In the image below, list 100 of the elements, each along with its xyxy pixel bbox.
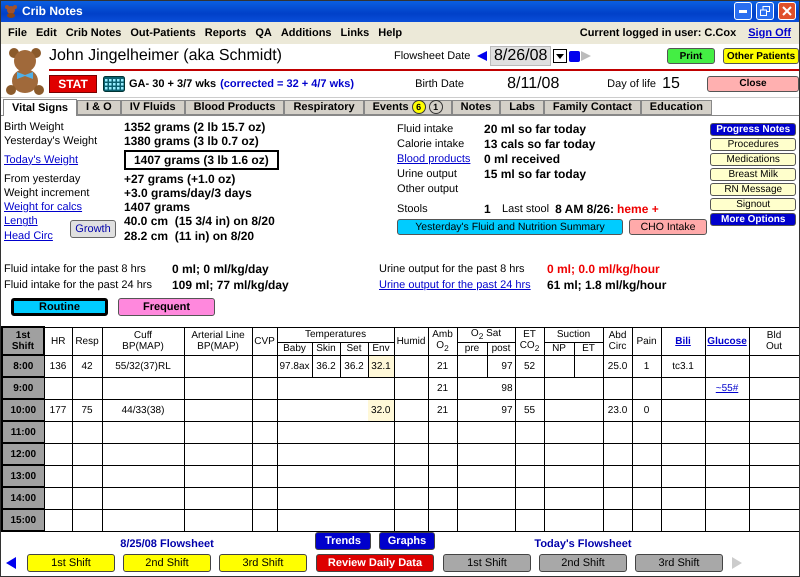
table-cell [574,443,604,465]
last-stool-label: Last stool [502,202,550,215]
table-cell [184,487,252,509]
table-cell: 44/33(38) [102,399,184,421]
tab[interactable]: Events 6 1 [364,100,452,115]
dropdown-caret-icon[interactable] [553,49,568,64]
table-cell [705,465,750,487]
square-icon[interactable] [569,50,580,62]
table-cell [428,487,458,509]
total-value: 0 ml; 0.0 ml/kg/hour [547,262,660,276]
table-cell [394,355,428,377]
tab[interactable]: I & O [77,100,121,115]
table-cell [184,377,252,399]
column-header-link[interactable]: Bili [661,327,706,355]
glucose-value-link[interactable]: ~55# [716,382,738,394]
close-patient-button[interactable]: Close [707,76,799,92]
table-cell [515,421,544,443]
tab[interactable]: Blood Products [184,100,284,115]
side-menu-button[interactable]: More Options [710,212,796,226]
summary-button[interactable]: Yesterday's Fluid and Nutrition Summary [397,218,624,235]
weight-label: Yesterday's Weight [4,134,98,147]
table-cell [661,421,706,443]
side-menu-button[interactable]: RN Message [710,182,796,196]
weight-link[interactable]: Weight for calcs [4,200,82,213]
tab[interactable]: Family Contact [544,100,641,115]
sign-off-link[interactable]: Sign Off [748,26,791,39]
previous-shift-button[interactable]: 1st Shift [27,554,115,572]
weight-link[interactable]: Today's Weight [4,154,78,166]
other-patients-button[interactable]: Other Patients [723,48,799,64]
table-cell [184,509,252,531]
measurement-link[interactable]: Head Circ [4,230,53,242]
side-menu-button[interactable]: Breast Milk [710,168,796,181]
tab[interactable]: IV Fluids [120,100,185,115]
mode-button[interactable]: Frequent [118,298,215,316]
table-cell [277,377,312,399]
growth-button[interactable]: Growth [70,220,116,238]
logged-in-user: Current logged in user: C.Cox [580,26,736,39]
today-shift-button[interactable]: 3rd Shift [635,554,723,572]
today-shift-button[interactable]: 2nd Shift [539,554,627,572]
table-cell: 32.0 [368,399,394,421]
tab[interactable]: Labs [500,100,544,115]
table-cell [487,465,516,487]
menu-item[interactable]: Additions [278,26,338,39]
total-link[interactable]: Urine output for the past 24 hrs [379,279,531,292]
previous-shift-button[interactable]: 2nd Shift [123,554,211,572]
table-cell: 32.1 [368,355,394,377]
previous-shift-button[interactable]: 3rd Shift [219,554,307,572]
previous-arrow[interactable] [5,555,19,571]
measurement-link[interactable]: Length [4,215,38,228]
table-cell [252,355,277,377]
tab[interactable]: Education [640,100,712,115]
table-cell [428,443,458,465]
today-shift-button[interactable]: 1st Shift [443,554,531,572]
side-menu-button[interactable]: Procedures [710,138,796,151]
review-daily-data-button[interactable]: Review Daily Data [316,554,434,572]
table-cell [184,355,252,377]
table-cell [252,399,277,421]
window-title: Crib Notes [22,4,84,18]
side-menu-button[interactable]: Progress Notes [710,122,796,136]
column-header: Set [340,342,368,355]
summary-button[interactable]: CHO Intake [629,218,708,235]
table-cell [72,509,102,531]
table-cell: 36.2 [340,355,368,377]
bear-icon [4,4,18,18]
table-cell [277,465,312,487]
tab[interactable]: Respiratory [284,100,364,115]
menu-item[interactable]: Links [338,26,376,39]
menu-item[interactable]: Reports [202,26,252,39]
menu-item[interactable]: Edit [32,26,63,39]
teddy-bear-logo [3,46,47,96]
table-cell [603,509,632,531]
table-cell [661,509,706,531]
tab[interactable]: Vital Signs [3,98,78,116]
tab[interactable]: Notes [452,100,500,115]
table-cell [705,443,750,465]
maximize-button[interactable] [756,2,774,20]
menu-item[interactable]: QA [252,26,278,39]
side-menu-button[interactable]: Signout [710,198,796,211]
shift-header: 1st Shift [2,327,44,355]
close-button[interactable] [778,2,796,20]
mode-button[interactable]: Routine [11,298,108,316]
side-menu-button[interactable]: Medications [710,152,796,166]
print-button[interactable]: Print [667,48,715,64]
stat-button[interactable]: STAT [49,74,97,93]
menu-item[interactable]: Out-Patients [127,26,202,39]
calculator-icon[interactable] [103,76,125,92]
table-cell [544,377,574,399]
menu-item[interactable]: Crib Notes [62,26,128,39]
column-header-link[interactable]: Glucose [705,327,750,355]
last-stool-time: 8 AM 8/26: [555,202,614,216]
chart-view-button[interactable]: Graphs [379,532,435,550]
flowsheet-date-field[interactable]: 8/26/08 [490,46,552,66]
menu-item[interactable]: File [5,26,33,39]
menu-item[interactable]: Help [375,26,408,39]
minimize-button[interactable] [734,2,752,20]
table-cell [574,509,604,531]
intake-link[interactable]: Blood products [397,153,470,166]
chart-view-button[interactable]: Trends [315,532,371,550]
table-cell [394,443,428,465]
restore-icon [760,6,770,16]
